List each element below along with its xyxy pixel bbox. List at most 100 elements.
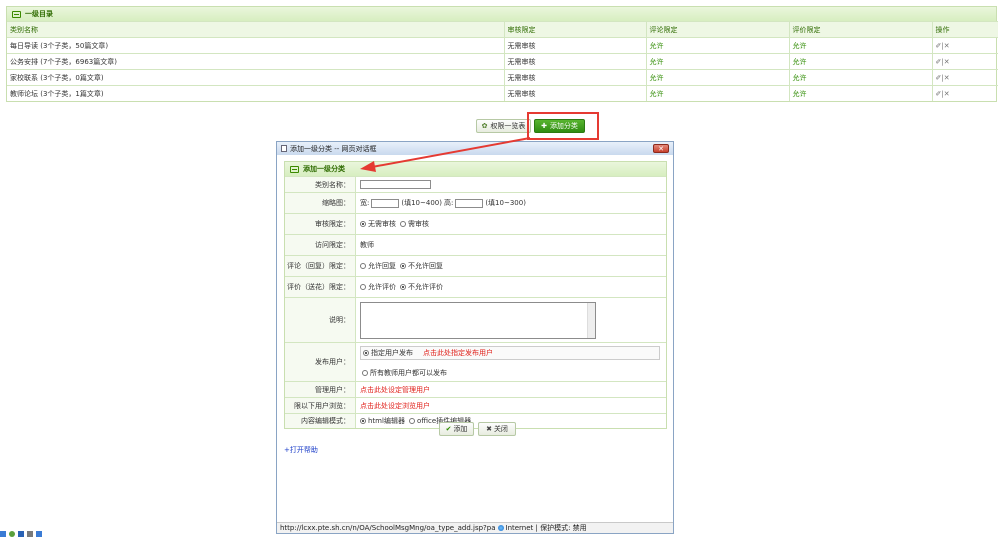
category-name-input[interactable] (360, 180, 431, 189)
row-description: 说明： (285, 297, 666, 342)
review-radio-required[interactable] (400, 221, 406, 227)
comment-radio-deny[interactable] (400, 263, 406, 269)
row-comment: 评论（回复）限定： 允许回复 不允许回复 (285, 255, 666, 276)
open-help-link[interactable]: +打开帮助 (284, 445, 318, 455)
field-label: 评价（送花）限定： (285, 277, 356, 297)
rating-opt1-label: 允许评价 (368, 283, 396, 291)
comment-cell: 允许 (646, 85, 790, 101)
table-header-row: 类别名称 审核限定 评论限定 评价限定 操作 (7, 21, 998, 38)
review-opt2-label: 需审核 (408, 220, 429, 228)
field-label: 审核限定： (285, 214, 356, 234)
row-access: 访问限定： 教师 (285, 234, 666, 255)
column-header: 操作 (932, 21, 998, 38)
field-label: 说明： (285, 298, 356, 342)
taskbar-icon[interactable] (0, 531, 6, 537)
add-category-dialog: 添加一级分类 -- 网页对话框 ✕ 添加一级分类 类别名称： 缩略图： 宽: (… (276, 141, 674, 534)
field-label: 发布用户： (285, 343, 356, 381)
dialog-titlebar: 添加一级分类 -- 网页对话框 ✕ (277, 142, 673, 155)
publish-radio-all[interactable] (362, 370, 368, 376)
editor-radio-html[interactable] (360, 418, 366, 424)
form-header: 添加一级分类 (285, 162, 666, 176)
permission-list-label: 权限一览表 (490, 122, 526, 130)
publish-opt1-label: 指定用户发布 (371, 349, 413, 357)
comment-opt1-label: 允许回复 (368, 262, 396, 270)
height-hint: (填10~300) (485, 199, 526, 207)
add-category-form: 添加一级分类 类别名称： 缩略图： 宽: (填10~400) 高: (填10~3… (284, 161, 667, 429)
row-publish-users: 发布用户： 指定用户发布 点击此处指定发布用户 所有教师用户都可以发布 (285, 342, 666, 381)
category-table: 类别名称 审核限定 评论限定 评价限定 操作 每日导读 (3个子类，50篇文章)… (7, 21, 998, 101)
comment-opt2-label: 不允许回复 (408, 262, 443, 270)
edit-delete-icons[interactable]: ✐|✕ (932, 37, 998, 54)
category-panel: 一级目录 类别名称 审核限定 评论限定 评价限定 操作 每日导读 (3个子类，5… (6, 6, 998, 102)
taskbar-icons (0, 531, 42, 539)
permission-list-button[interactable]: ✿ 权限一览表 (476, 119, 531, 133)
field-label: 限以下用户浏览： (285, 398, 356, 413)
taskbar-icon[interactable] (27, 531, 33, 537)
column-header: 评论限定 (646, 21, 790, 38)
close-icon[interactable]: ✕ (653, 144, 669, 153)
taskbar-icon[interactable] (9, 531, 15, 537)
access-value: 教师 (360, 241, 374, 249)
close-icon: ✖ (486, 425, 492, 433)
rating-cell: 允许 (789, 85, 933, 101)
gear-icon: ✿ (481, 122, 488, 130)
thumb-height-input[interactable] (455, 198, 484, 208)
width-hint: (填10~400) (401, 199, 442, 207)
field-label: 缩略图： (285, 193, 356, 213)
rating-radio-allow[interactable] (360, 284, 366, 290)
comment-icon (290, 165, 299, 173)
publish-users-link[interactable]: 点击此处指定发布用户 (423, 348, 493, 358)
check-icon: ✔ (445, 425, 452, 433)
category-panel-title: 一级目录 (25, 10, 53, 18)
status-zone: Internet | 保护模式: 禁用 (505, 524, 587, 532)
internet-globe-icon (497, 525, 504, 531)
edit-delete-icons[interactable]: ✐|✕ (932, 85, 998, 101)
publish-opt2-label: 所有教师用户都可以发布 (370, 369, 447, 377)
comment-cell: 允许 (646, 53, 790, 70)
publish-specific-box: 指定用户发布 点击此处指定发布用户 (360, 346, 660, 360)
field-label: 评论（回复）限定： (285, 256, 356, 276)
review-cell: 无需审核 (504, 69, 647, 86)
publish-radio-specific[interactable] (363, 350, 369, 356)
row-review: 审核限定： 无需审核 需审核 (285, 213, 666, 234)
rating-radio-deny[interactable] (400, 284, 406, 290)
comment-radio-allow[interactable] (360, 263, 366, 269)
editor-opt1-label: html编辑器 (368, 417, 405, 425)
highlight-box (527, 112, 599, 140)
comment-cell: 允许 (646, 37, 790, 54)
column-header: 类别名称 (7, 21, 505, 38)
category-panel-header: 一级目录 (7, 7, 996, 21)
submit-button[interactable]: ✔ 添加 (439, 422, 474, 436)
row-thumbnail: 缩略图： 宽: (填10~400) 高: (填10~300) (285, 192, 666, 213)
editor-radio-office[interactable] (408, 418, 415, 424)
edit-delete-icons[interactable]: ✐|✕ (932, 53, 998, 70)
category-name[interactable]: 公务安排 (7个子类，6963篇文章) (7, 53, 505, 70)
review-radio-none[interactable] (360, 221, 366, 227)
browse-users-link[interactable]: 点击此处设定浏览用户 (360, 401, 430, 411)
field-label: 类别名称： (285, 177, 356, 192)
status-bar: http://lcxx.pte.sh.cn/n/OA/SchoolMsgMng/… (277, 522, 673, 533)
taskbar-icon[interactable] (18, 531, 24, 537)
field-label: 管理用户： (285, 382, 356, 397)
width-label: 宽: (360, 199, 370, 207)
edit-delete-icons[interactable]: ✐|✕ (932, 69, 998, 86)
thumb-width-input[interactable] (371, 198, 400, 208)
table-row: 家校联系 (3个子类，0篇文章) 无需审核 允许 允许 ✐|✕ (7, 69, 998, 86)
column-header: 审核限定 (504, 21, 647, 38)
dialog-title: 添加一级分类 -- 网页对话框 (290, 144, 377, 153)
table-row: 教师论坛 (3个子类，1篇文章) 无需审核 允许 允许 ✐|✕ (7, 85, 998, 101)
table-row: 公务安排 (7个子类，6963篇文章) 无需审核 允许 允许 ✐|✕ (7, 53, 998, 70)
comment-cell: 允许 (646, 69, 790, 86)
review-cell: 无需审核 (504, 53, 647, 70)
description-textarea[interactable] (360, 301, 596, 339)
review-cell: 无需审核 (504, 85, 647, 101)
admin-users-link[interactable]: 点击此处设定管理用户 (360, 385, 430, 395)
category-name[interactable]: 家校联系 (3个子类，0篇文章) (7, 69, 505, 86)
category-name[interactable]: 教师论坛 (3个子类，1篇文章) (7, 85, 505, 101)
row-browse-users: 限以下用户浏览： 点击此处设定浏览用户 (285, 397, 666, 413)
category-name[interactable]: 每日导读 (3个子类，50篇文章) (7, 37, 505, 54)
publish-all-option: 所有教师用户都可以发布 (360, 368, 447, 378)
taskbar-icon[interactable] (36, 531, 42, 537)
scrollbar[interactable] (587, 302, 595, 338)
close-button[interactable]: ✖ 关闭 (478, 422, 516, 436)
